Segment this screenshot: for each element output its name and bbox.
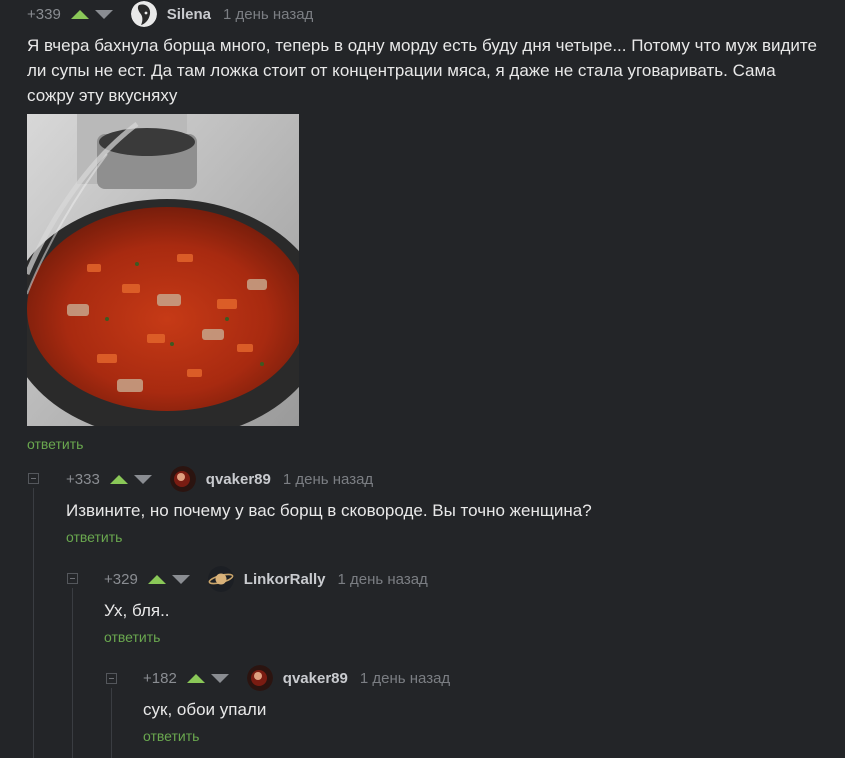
avatar[interactable]: [130, 1, 157, 27]
collapse-thread-icon[interactable]: [28, 473, 39, 484]
reply-link[interactable]: ответить: [66, 529, 122, 545]
downvote-arrow-icon[interactable]: [171, 574, 190, 584]
comment-text: сук, обои упали: [143, 700, 267, 719]
downvote-arrow-icon[interactable]: [94, 9, 113, 19]
avatar[interactable]: [246, 665, 273, 691]
downvote-arrow-icon[interactable]: [210, 673, 229, 683]
comment-rating: +182: [143, 669, 177, 687]
comment-author[interactable]: qvaker89: [283, 670, 348, 687]
comment-time[interactable]: 1 день назад: [223, 6, 313, 23]
comment-rating: +329: [104, 570, 138, 588]
reply-link[interactable]: ответить: [27, 436, 83, 452]
upvote-arrow-icon[interactable]: [109, 474, 128, 484]
upvote-arrow-icon[interactable]: [147, 574, 166, 584]
comment-time[interactable]: 1 день назад: [337, 571, 427, 588]
comments-page: +339 Silena 1 день назад Я вчера бахнула…: [0, 0, 845, 758]
collapse-thread-icon[interactable]: [106, 673, 117, 684]
avatar[interactable]: [169, 466, 196, 492]
comment-author[interactable]: qvaker89: [206, 471, 271, 488]
comment-text: Извините, но почему у вас борщ в сковоро…: [66, 501, 592, 520]
avatar[interactable]: [207, 566, 234, 592]
comment-silena: +339 Silena 1 день назад Я вчера бахнула…: [27, 1, 837, 108]
comment-rating: +339: [27, 5, 61, 23]
comment-author[interactable]: LinkorRally: [244, 571, 326, 588]
upvote-arrow-icon[interactable]: [186, 673, 205, 683]
comment-linkorrally: +329 LinkorRally 1 день назад Ух, бля.. …: [104, 566, 824, 647]
comment-qvaker89-reply: +182 qvaker89 1 день назад сук, обои упа…: [143, 665, 823, 746]
comment-rating: +333: [66, 470, 100, 488]
downvote-arrow-icon[interactable]: [133, 474, 152, 484]
comment-time[interactable]: 1 день назад: [360, 670, 450, 687]
comment-header: +339 Silena 1 день назад: [27, 1, 837, 27]
thread-line: [111, 688, 112, 758]
reply-link[interactable]: ответить: [104, 629, 160, 645]
comment-header: +333 qvaker89 1 день назад: [66, 466, 826, 492]
reply-link[interactable]: ответить: [143, 728, 199, 744]
collapse-thread-icon[interactable]: [67, 573, 78, 584]
thread-line: [72, 588, 73, 758]
comment-header: +182 qvaker89 1 день назад: [143, 665, 823, 691]
comment-text: Ух, бля..: [104, 601, 170, 620]
reply-link-wrapper: ответить: [27, 430, 83, 454]
comment-time[interactable]: 1 день назад: [283, 471, 373, 488]
thread-line: [33, 488, 34, 758]
comment-author[interactable]: Silena: [167, 6, 211, 23]
comment-text: Я вчера бахнула борща много, теперь в од…: [27, 36, 817, 105]
comment-header: +329 LinkorRally 1 день назад: [104, 566, 824, 592]
comment-qvaker89: +333 qvaker89 1 день назад Извините, но …: [66, 466, 826, 547]
comment-photo-borscht[interactable]: [27, 114, 299, 426]
upvote-arrow-icon[interactable]: [70, 9, 89, 19]
